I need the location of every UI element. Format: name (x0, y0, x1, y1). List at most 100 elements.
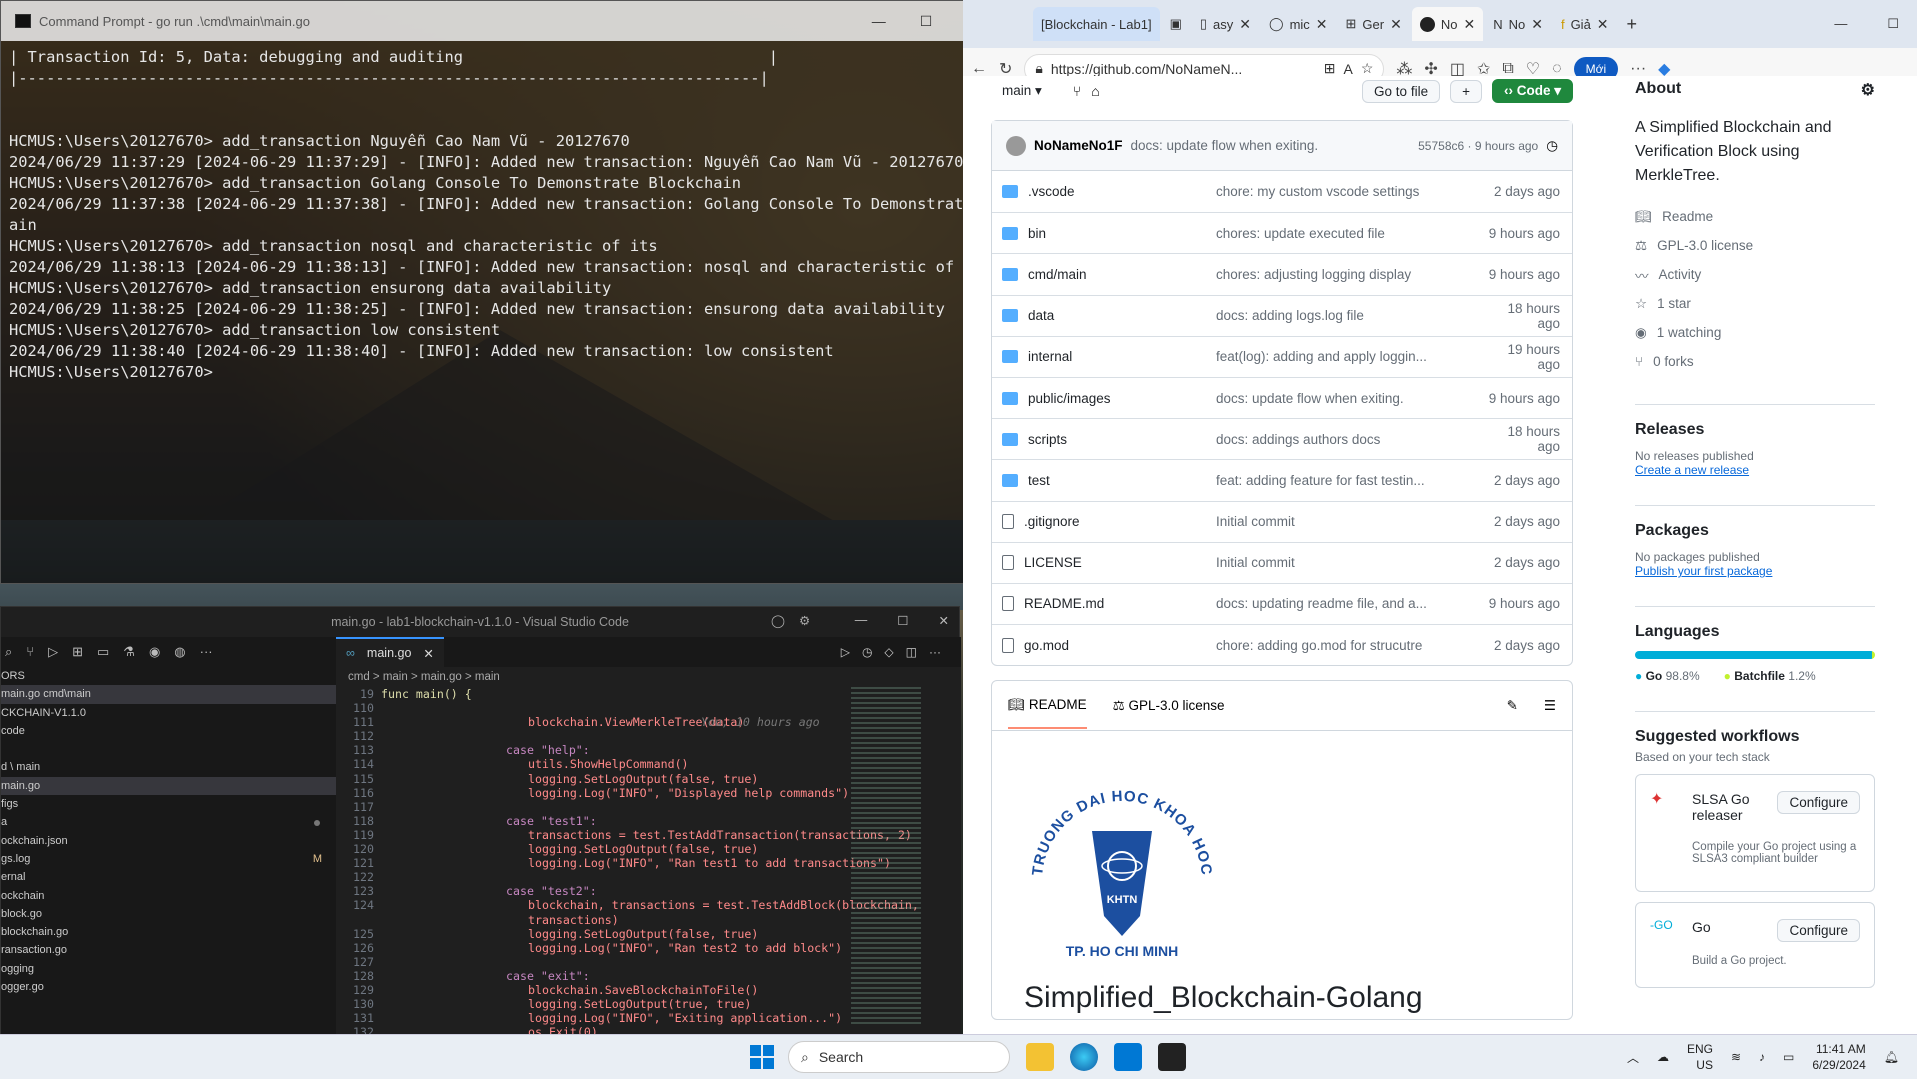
file-explorer-icon[interactable] (1026, 1043, 1054, 1071)
commit-message[interactable]: docs: update flow when exiting. (1131, 138, 1319, 153)
close-tab-icon[interactable]: ✕ (1316, 16, 1328, 33)
file-row[interactable]: test feat: adding feature for fast testin… (992, 459, 1572, 500)
windows-start-icon[interactable] (750, 1045, 774, 1069)
battery-icon[interactable]: ▭ (1783, 1050, 1794, 1064)
close-button[interactable]: ✕ (939, 613, 949, 628)
more-icon[interactable]: ··· (200, 644, 213, 660)
explorer-item[interactable]: blockchain.go (1, 923, 336, 941)
favorite-star-icon[interactable]: ☆ (1361, 60, 1374, 77)
terminal-output[interactable]: | Transaction Id: 5, Data: debugging and… (1, 41, 1047, 389)
explorer-item[interactable]: gs.log M (1, 850, 336, 868)
run-debug-icon[interactable]: ▷ (48, 644, 58, 660)
notification-bell-icon[interactable]: 🔔︎ (1884, 1050, 1899, 1064)
new-tab-button[interactable]: + (1619, 7, 1646, 41)
explorer-item[interactable]: ogger.go (1, 978, 336, 996)
vscode-icon[interactable] (1114, 1043, 1142, 1071)
tab-actions-icon[interactable]: ▣ (1162, 7, 1190, 41)
file-name-cell[interactable]: test (992, 473, 1216, 488)
file-name-cell[interactable]: internal (992, 349, 1216, 364)
gear-icon[interactable]: ⚙ (799, 613, 810, 628)
history-icon[interactable]: ◷ (1546, 138, 1558, 154)
language-indicator[interactable]: ENG US (1687, 1041, 1713, 1073)
outline-icon[interactable]: ☰ (1544, 698, 1556, 714)
source-control-icon[interactable]: ⑂ (26, 644, 34, 660)
explorer-item[interactable]: block.go (1, 905, 336, 923)
commit-hash[interactable]: 55758c6 · 9 hours ago (1418, 139, 1538, 153)
file-name[interactable]: .gitignore (1024, 514, 1080, 529)
explorer-item[interactable]: ernal (1, 868, 336, 886)
explorer-item[interactable]: ORS (1, 667, 336, 685)
split-editor-icon[interactable]: ◫ (906, 645, 917, 659)
configure-button[interactable]: Configure (1777, 791, 1860, 814)
file-name[interactable]: .vscode (1028, 184, 1075, 199)
about-forks[interactable]: ⑂ 0 forks (1635, 347, 1875, 376)
minimize-button[interactable]: — (855, 613, 868, 628)
maximize-button[interactable]: ☐ (920, 13, 933, 30)
explorer-item[interactable]: ransaction.go (1, 941, 336, 959)
close-tab-icon[interactable]: ✕ (423, 646, 433, 661)
collections-icon[interactable]: ⧉ (1502, 60, 1513, 78)
file-name-cell[interactable]: LICENSE (992, 555, 1216, 571)
docker-icon[interactable]: ◍ (174, 644, 185, 660)
about-readme[interactable]: 📖︎ Readme (1635, 202, 1875, 231)
testing-icon[interactable]: ⚗ (123, 644, 135, 660)
edge-icon[interactable] (1070, 1043, 1098, 1071)
commit-message[interactable]: chores: adjusting logging display (1216, 267, 1484, 282)
breadcrumb[interactable]: cmd > main > main.go > main (336, 667, 961, 687)
file-name[interactable]: scripts (1028, 432, 1067, 447)
file-name[interactable]: test (1028, 473, 1050, 488)
editor-tab-main-go[interactable]: ∞ main.go ✕ (336, 637, 444, 667)
publish-package-link[interactable]: Publish your first package (1635, 564, 1875, 578)
minimap[interactable] (851, 687, 921, 1027)
file-row[interactable]: go.mod chore: adding go.mod for strucutre… (992, 624, 1572, 665)
taskbar-search[interactable]: ⌕ Search (788, 1041, 1010, 1073)
file-row[interactable]: README.md docs: updating readme file, and… (992, 582, 1572, 624)
gear-icon[interactable]: ⚙ (1861, 80, 1875, 100)
commit-message[interactable]: docs: addings authors docs (1216, 432, 1484, 447)
releases-heading[interactable]: Releases (1635, 404, 1875, 439)
close-tab-icon[interactable]: ✕ (1390, 16, 1402, 33)
edit-readme-icon[interactable]: ✎ (1507, 698, 1518, 714)
file-name-cell[interactable]: scripts (992, 432, 1216, 447)
tags-icon[interactable]: ⌂ (1091, 83, 1099, 99)
read-aloud-icon[interactable]: A (1344, 61, 1353, 77)
add-file-button[interactable]: + (1450, 79, 1482, 103)
tab-github-active[interactable]: No ✕ (1411, 7, 1484, 41)
file-row[interactable]: public/images docs: update flow when exit… (992, 376, 1572, 418)
wifi-icon[interactable]: ≋ (1731, 1050, 1741, 1064)
explorer-item[interactable]: code (1, 722, 336, 740)
file-name-cell[interactable]: go.mod (992, 637, 1216, 653)
about-license[interactable]: ⚖ GPL-3.0 license (1635, 231, 1875, 260)
explorer-item[interactable]: main.go cmd\main (1, 685, 336, 704)
file-name[interactable]: cmd/main (1028, 267, 1087, 282)
about-watching[interactable]: ◉ 1 watching (1635, 318, 1875, 347)
app-available-icon[interactable]: ⊞ (1324, 60, 1336, 77)
tab-gia[interactable]: f Giả ✕ (1553, 7, 1617, 41)
commit-message[interactable]: chores: update executed file (1216, 226, 1484, 241)
tab-readme[interactable]: 📖︎ README (1008, 682, 1087, 730)
go-to-file-button[interactable]: Go to file (1362, 79, 1441, 103)
branches-icon[interactable]: ⑂ (1073, 83, 1081, 99)
remote-icon[interactable]: ▭ (97, 644, 109, 660)
search-icon[interactable]: ⌕ (5, 644, 12, 660)
commit-message[interactable]: feat: adding feature for fast testin... (1216, 473, 1484, 488)
commit-message[interactable]: docs: adding logs.log file (1216, 308, 1484, 323)
close-tab-icon[interactable]: ✕ (1463, 16, 1475, 33)
extensions-icon[interactable]: ⊞ (72, 644, 83, 660)
more-actions-icon[interactable]: ··· (929, 645, 941, 659)
file-name[interactable]: LICENSE (1024, 555, 1082, 570)
file-row[interactable]: scripts docs: addings authors docs 18 hour… (992, 418, 1572, 459)
code-button[interactable]: ‹› Code ▾ (1491, 79, 1573, 103)
commit-message[interactable]: docs: update flow when exiting. (1216, 391, 1484, 406)
file-name-cell[interactable]: bin (992, 226, 1216, 241)
tab-asy[interactable]: ▯ asy ✕ (1192, 7, 1259, 41)
configure-button[interactable]: Configure (1777, 919, 1860, 942)
commit-message[interactable]: Initial commit (1216, 555, 1484, 570)
language-go[interactable]: ● Go 98.8% (1635, 669, 1700, 683)
explorer-item[interactable]: d \ main (1, 758, 336, 776)
onedrive-icon[interactable]: ☁ (1657, 1050, 1669, 1064)
commit-author[interactable]: NoNameNo1F (1034, 138, 1123, 153)
language-batchfile[interactable]: ● Batchfile 1.2% (1724, 669, 1816, 683)
close-tab-icon[interactable]: ✕ (1531, 16, 1543, 33)
file-name-cell[interactable]: .gitignore (992, 514, 1216, 530)
